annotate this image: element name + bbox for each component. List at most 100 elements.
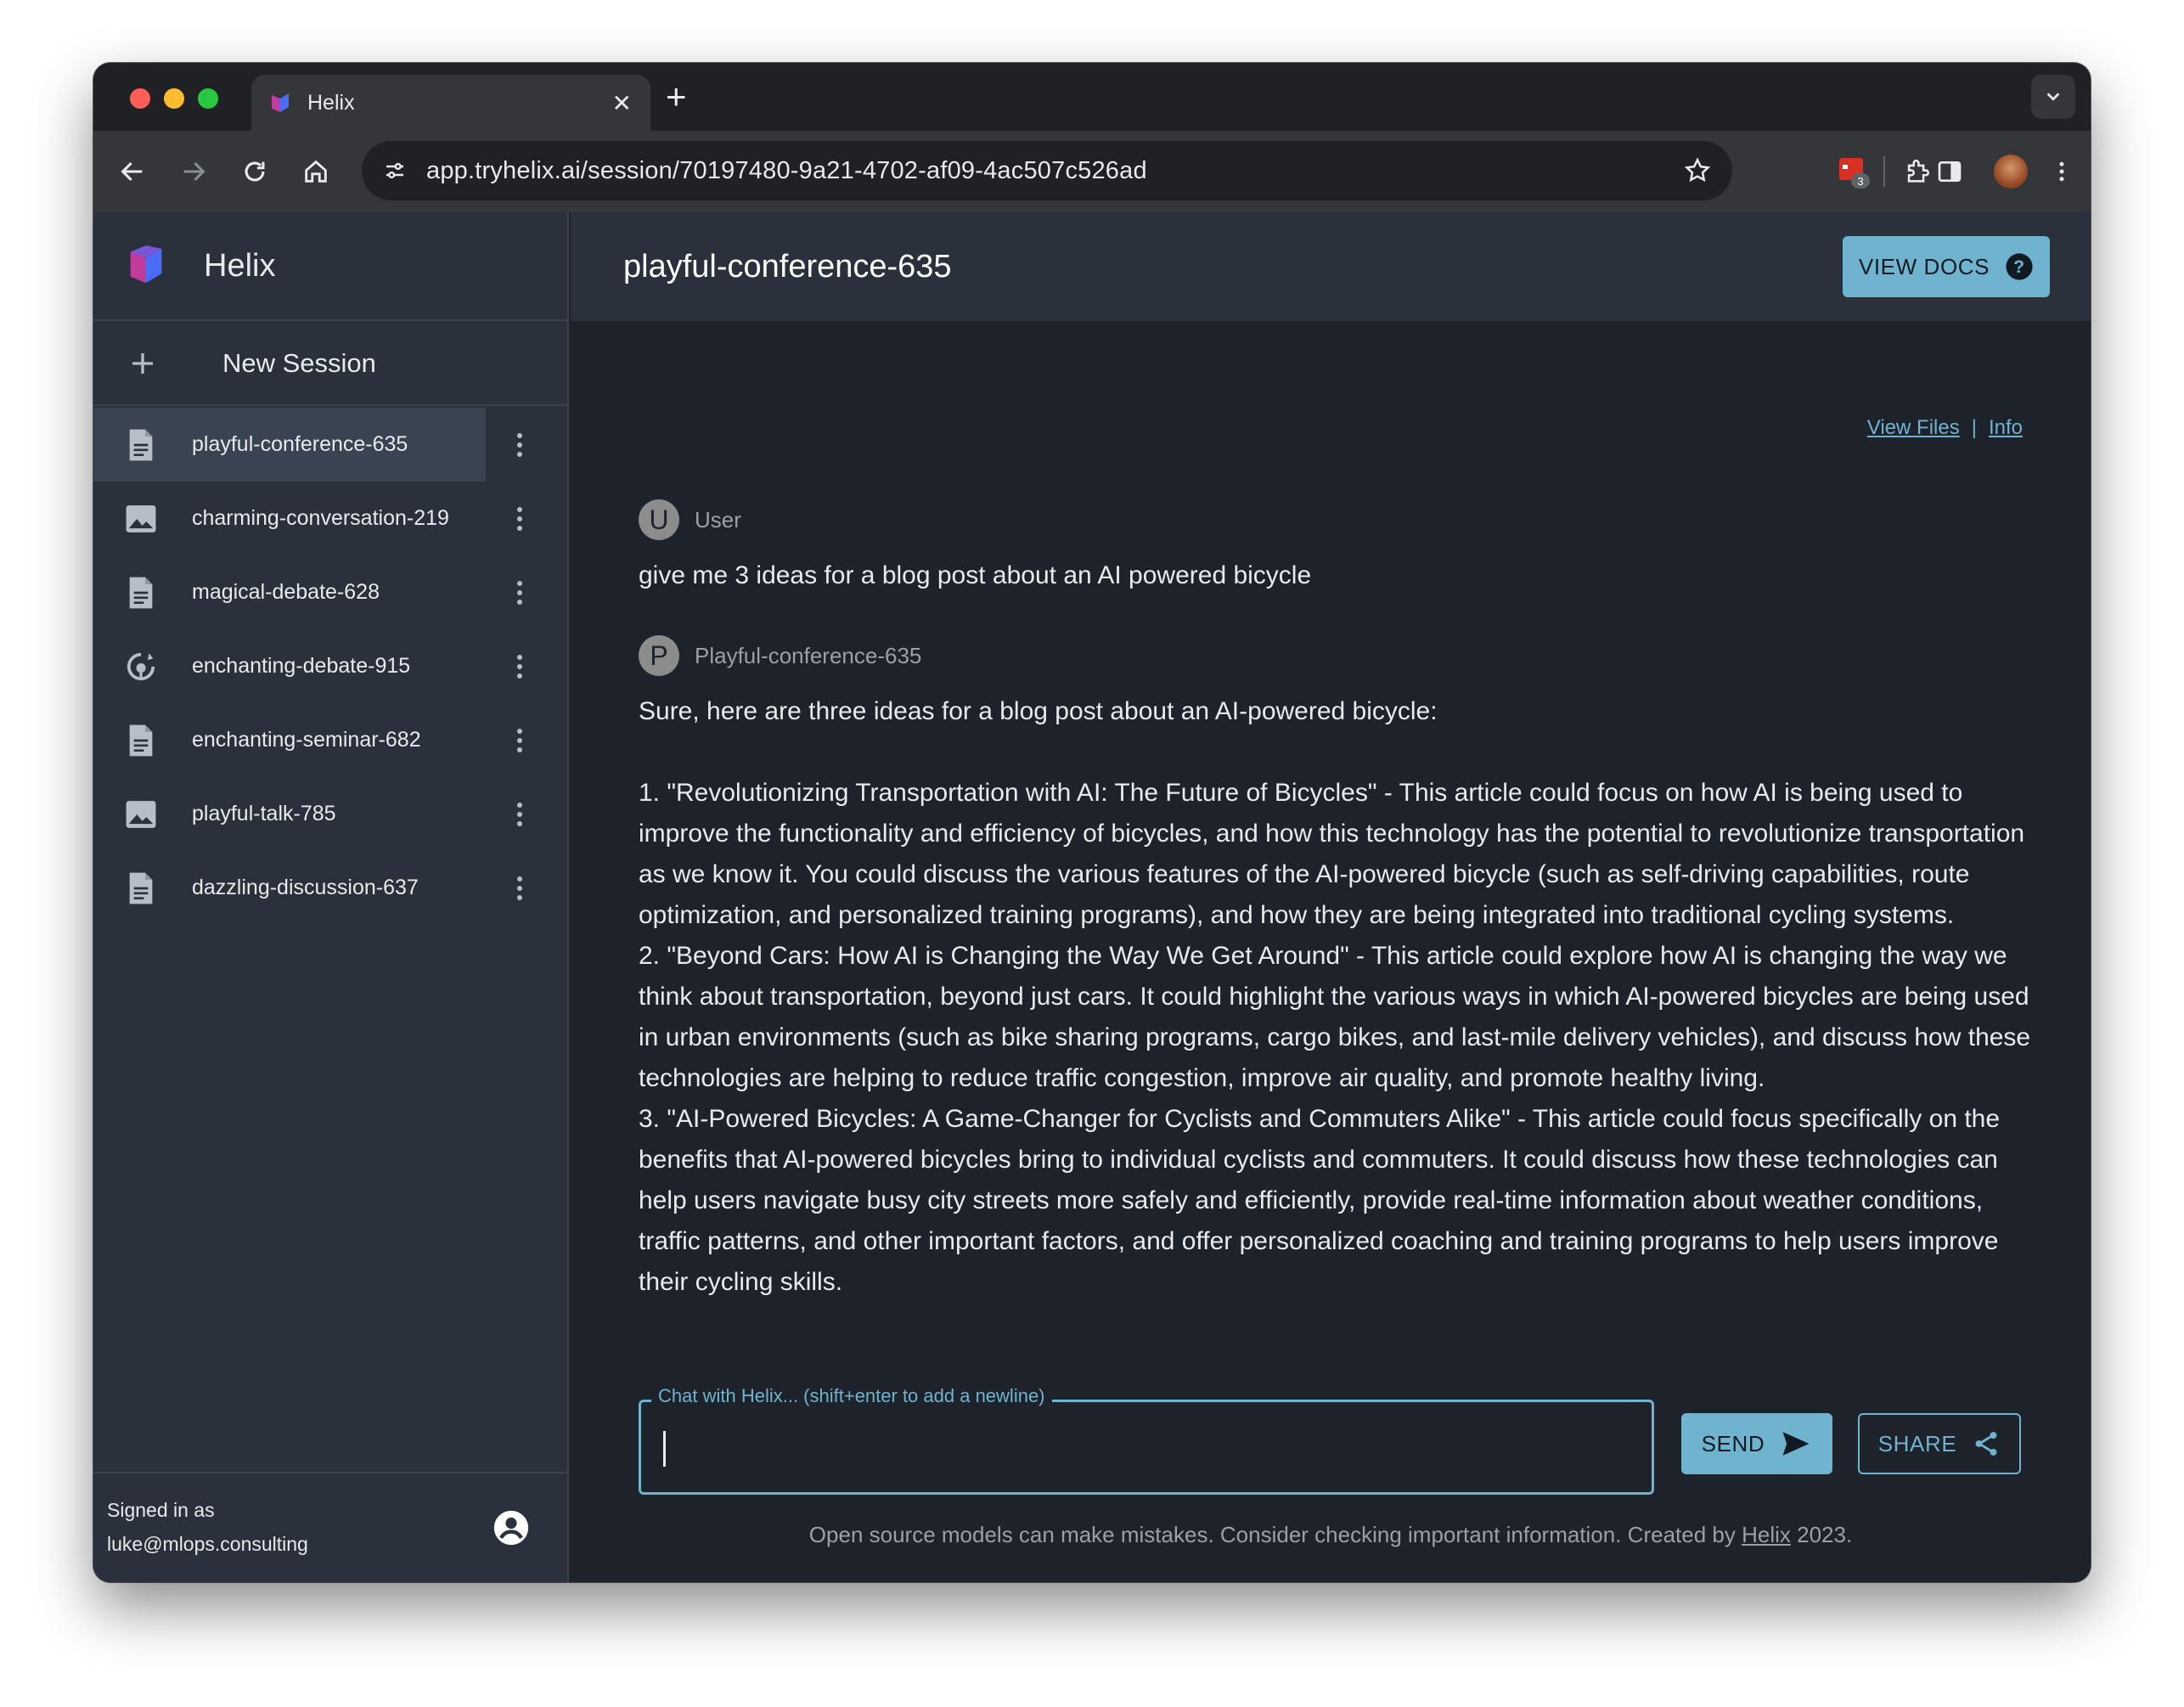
browser-tab[interactable]: Helix ✕	[251, 75, 650, 131]
session-links: View Files | Info	[1867, 416, 2023, 440]
browser-menu-button[interactable]	[2041, 151, 2082, 192]
more-vertical-icon	[2059, 161, 2064, 182]
helix-footer-link[interactable]: Helix	[1742, 1522, 1791, 1547]
home-button[interactable]	[296, 151, 336, 192]
session-item[interactable]: magical-debate-628	[93, 555, 567, 629]
view-docs-button[interactable]: VIEW DOCS ?	[1843, 236, 2050, 297]
chat-input[interactable]: Chat with Helix... (shift+enter to add a…	[639, 1385, 1654, 1495]
assistant-avatar: P	[639, 635, 679, 676]
calendar-extension-icon: 3	[1839, 158, 1870, 189]
tab-search-button[interactable]	[2031, 75, 2075, 119]
footer-prefix: Open source models can make mistakes. Co…	[808, 1522, 1736, 1547]
brand-header[interactable]: Helix	[93, 212, 567, 321]
assistant-message-text: Sure, here are three ideas for a blog po…	[639, 691, 2031, 1303]
send-icon	[1782, 1432, 1810, 1456]
session-item[interactable]: enchanting-debate-915	[93, 629, 567, 703]
arrow-right-icon	[183, 161, 205, 182]
view-files-link[interactable]: View Files	[1867, 416, 1960, 440]
profile-button[interactable]	[1990, 151, 2031, 192]
more-vertical-icon[interactable]	[503, 876, 537, 900]
document-icon	[124, 722, 158, 759]
signed-in-panel: Signed in as luke@mlops.consulting	[93, 1472, 567, 1582]
new-tab-button[interactable]: +	[666, 76, 687, 117]
info-link[interactable]: Info	[1989, 416, 2023, 440]
more-vertical-icon[interactable]	[503, 654, 537, 679]
extension-button[interactable]: 3	[1834, 151, 1875, 192]
session-item-label: dazzling-discussion-637	[192, 876, 419, 899]
helix-app: Helix New Session playful-conference-635…	[93, 212, 2091, 1582]
document-icon	[124, 426, 158, 464]
side-panel-icon	[1938, 161, 1962, 182]
assistant-message-header: P Playful-conference-635	[639, 635, 921, 676]
session-item-label: playful-talk-785	[192, 802, 336, 825]
assistant-intro: Sure, here are three ideas for a blog po…	[639, 697, 1438, 725]
view-docs-label: VIEW DOCS	[1858, 253, 1990, 279]
finetune-icon	[124, 648, 158, 685]
site-settings-icon[interactable]	[382, 158, 408, 183]
assistant-idea-1: 1. "Revolutionizing Transportation with …	[639, 779, 2025, 929]
back-button[interactable]	[112, 151, 153, 192]
session-item[interactable]: playful-conference-635	[93, 408, 567, 482]
user-author: User	[695, 506, 741, 532]
send-label: SEND	[1701, 1430, 1765, 1456]
assistant-idea-3: 3. "AI-Powered Bicycles: A Game-Changer …	[639, 1105, 2001, 1296]
plus-icon	[132, 353, 153, 374]
session-item[interactable]: playful-talk-785	[93, 777, 567, 851]
side-panel-button[interactable]	[1929, 151, 1970, 192]
tab-close-icon[interactable]: ✕	[612, 89, 632, 117]
user-message-header: U User	[639, 499, 741, 540]
image-icon	[124, 500, 158, 538]
forward-button[interactable]	[173, 151, 214, 192]
close-window-button[interactable]	[130, 88, 150, 109]
assistant-idea-2: 2. "Beyond Cars: How AI is Changing the …	[639, 942, 2031, 1092]
minimize-window-button[interactable]	[164, 88, 184, 109]
tab-strip: Helix ✕ +	[93, 63, 2091, 131]
extension-badge: 3	[1857, 175, 1863, 188]
more-vertical-icon[interactable]	[503, 432, 537, 457]
share-button[interactable]: SHARE	[1858, 1413, 2021, 1474]
image-icon	[124, 796, 158, 833]
new-session-label: New Session	[222, 348, 376, 378]
more-vertical-icon[interactable]	[503, 506, 537, 531]
address-bar[interactable]: app.tryhelix.ai/session/70197480-9a21-47…	[362, 141, 1732, 200]
browser-toolbar: app.tryhelix.ai/session/70197480-9a21-47…	[93, 131, 2091, 212]
account-circle-icon[interactable]	[493, 1509, 530, 1546]
session-item[interactable]: enchanting-seminar-682	[93, 703, 567, 777]
user-message-content: give me 3 ideas for a blog post about an…	[639, 561, 1312, 589]
session-item-label: enchanting-seminar-682	[192, 728, 421, 752]
document-icon	[124, 574, 158, 611]
session-item-label: enchanting-debate-915	[192, 654, 411, 678]
session-list: playful-conference-635 charming-conversat…	[93, 408, 567, 943]
reload-icon	[245, 161, 265, 182]
puzzle-icon	[1907, 160, 1929, 183]
signed-in-email: luke@mlops.consulting	[107, 1533, 308, 1555]
sidebar: Helix New Session playful-conference-635…	[93, 212, 569, 1582]
session-item[interactable]: dazzling-discussion-637	[93, 851, 567, 925]
session-item-label: magical-debate-628	[192, 580, 380, 604]
helix-favicon-icon	[272, 93, 289, 112]
browser-window: Helix ✕ + app.tryhelix.ai/session/701974…	[93, 63, 2091, 1582]
session-item[interactable]: whimsical-seminar-361	[93, 925, 567, 943]
link-separator: |	[1971, 416, 1977, 439]
session-item[interactable]: charming-conversation-219	[93, 482, 567, 555]
more-vertical-icon[interactable]	[503, 802, 537, 826]
chevron-down-icon	[2046, 93, 2060, 101]
new-session-button[interactable]: New Session	[93, 323, 567, 406]
tab-title: Helix	[307, 90, 355, 115]
maximize-window-button[interactable]	[198, 88, 218, 109]
more-vertical-icon[interactable]	[503, 728, 537, 752]
reload-button[interactable]	[234, 151, 275, 192]
send-button[interactable]: SEND	[1681, 1413, 1832, 1474]
profile-avatar	[1994, 155, 2028, 189]
bookmark-star-icon[interactable]	[1683, 156, 1712, 185]
session-item-label: playful-conference-635	[192, 432, 408, 456]
user-message-text: give me 3 ideas for a blog post about an…	[639, 555, 2031, 596]
more-vertical-icon[interactable]	[503, 580, 537, 605]
toolbar-separator	[1883, 156, 1885, 187]
share-label: SHARE	[1877, 1430, 1957, 1456]
footer-suffix: 2023.	[1797, 1522, 1853, 1547]
help-circle-icon: ?	[2006, 253, 2033, 280]
share-icon	[1975, 1432, 1997, 1456]
main-panel: playful-conference-635 VIEW DOCS ? View …	[571, 212, 2091, 1582]
session-header: playful-conference-635 VIEW DOCS ?	[571, 212, 2091, 321]
